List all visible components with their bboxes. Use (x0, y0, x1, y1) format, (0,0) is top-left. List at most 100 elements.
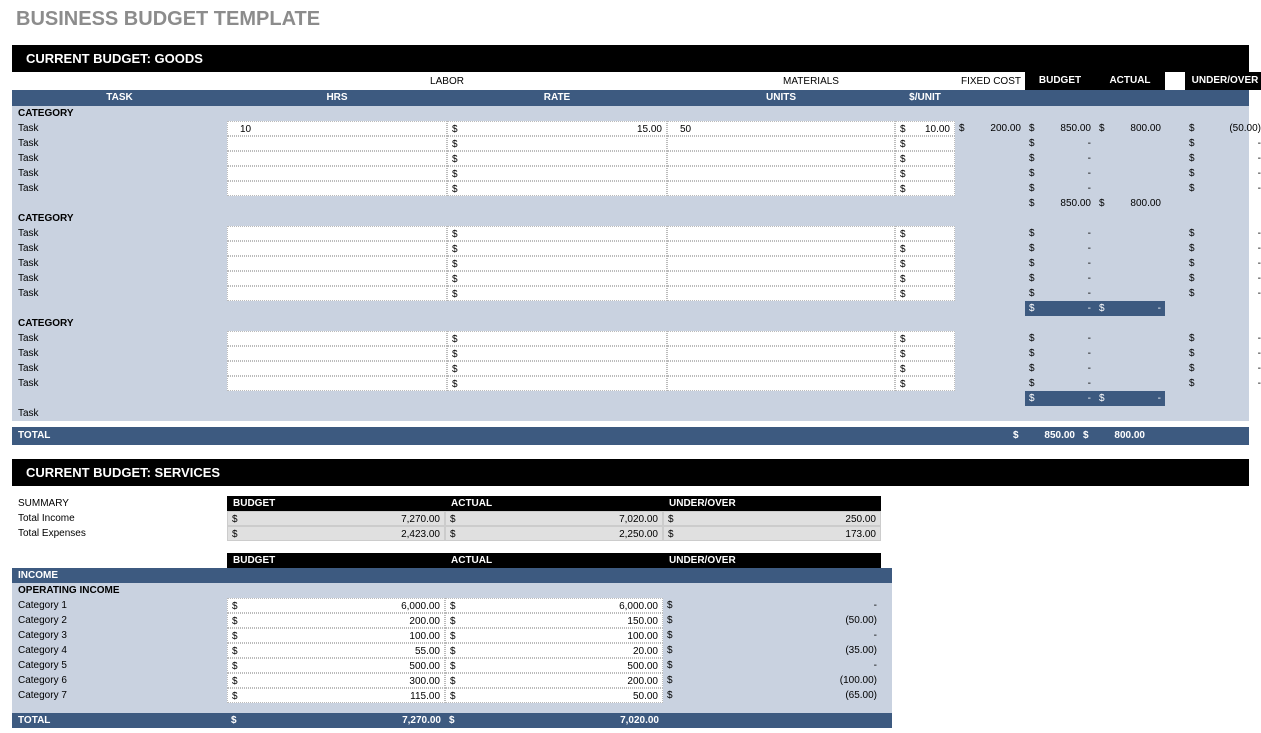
total-expenses-uo-cell[interactable]: $173.00 (663, 526, 881, 541)
fixed-cost-group-label: FIXED COST (955, 76, 1025, 87)
unitcost-cell[interactable]: $ (895, 151, 955, 166)
category-budget-cell[interactable]: $300.00 (227, 673, 445, 688)
hrs-cell[interactable] (227, 376, 447, 391)
category-actual-cell[interactable]: $50.00 (445, 688, 663, 703)
hrs-cell[interactable] (227, 226, 447, 241)
rate-cell[interactable]: $ (447, 271, 667, 286)
hrs-cell[interactable] (227, 361, 447, 376)
units-cell[interactable] (667, 166, 895, 181)
rate-cell[interactable]: $ (447, 151, 667, 166)
rate-cell[interactable]: $ (447, 241, 667, 256)
rate-cell[interactable]: $ (447, 226, 667, 241)
fixed-cell (955, 226, 1025, 241)
unitcost-cell[interactable]: $ (895, 346, 955, 361)
category-actual-cell[interactable]: $100.00 (445, 628, 663, 643)
unitcost-cell[interactable]: $ (895, 181, 955, 196)
units-cell[interactable] (667, 241, 895, 256)
subtotal-budget: $- (1025, 301, 1095, 316)
hrs-cell[interactable] (227, 256, 447, 271)
units-cell[interactable] (667, 376, 895, 391)
category-actual-cell[interactable]: $500.00 (445, 658, 663, 673)
category-actual-cell[interactable]: $150.00 (445, 613, 663, 628)
category-uo-cell: $(65.00) (663, 688, 881, 703)
hrs-cell[interactable] (227, 166, 447, 181)
category-budget-cell[interactable]: $55.00 (227, 643, 445, 658)
unitcost-cell[interactable]: $ (895, 241, 955, 256)
actual-cell (1095, 136, 1165, 151)
category-budget-cell[interactable]: $100.00 (227, 628, 445, 643)
goods-table: LABOR MATERIALS FIXED COST BUDGET ACTUAL… (12, 72, 1249, 445)
task-label: Task (12, 256, 227, 271)
unitcost-cell[interactable]: $ (895, 271, 955, 286)
category-actual-cell[interactable]: $6,000.00 (445, 598, 663, 613)
subtotal-row: $850.00$800.00 (12, 196, 1249, 211)
rate-cell[interactable]: $ (447, 346, 667, 361)
rate-cell[interactable]: $ (447, 256, 667, 271)
unitcost-cell[interactable]: $ (895, 376, 955, 391)
units-cell[interactable] (667, 226, 895, 241)
unitcost-cell[interactable]: $10.00 (895, 121, 955, 136)
unitcost-cell[interactable]: $ (895, 286, 955, 301)
labor-group-label: LABOR (227, 76, 667, 87)
rate-cell[interactable]: $15.00 (447, 121, 667, 136)
hrs-cell[interactable]: 10 (227, 121, 447, 136)
hrs-cell[interactable] (227, 241, 447, 256)
rate-cell[interactable]: $ (447, 136, 667, 151)
units-cell[interactable] (667, 361, 895, 376)
units-cell[interactable] (667, 346, 895, 361)
uo-cell: $- (1185, 331, 1261, 346)
total-income-actual-cell[interactable]: $7,020.00 (445, 511, 663, 526)
hrs-cell[interactable] (227, 136, 447, 151)
unitcost-cell[interactable]: $ (895, 256, 955, 271)
units-cell[interactable] (667, 136, 895, 151)
hrs-cell[interactable] (227, 181, 447, 196)
unitcost-col-header: $/UNIT (895, 90, 955, 106)
total-expenses-budget-cell[interactable]: $2,423.00 (227, 526, 445, 541)
category-actual-cell[interactable]: $200.00 (445, 673, 663, 688)
category-budget-cell[interactable]: $6,000.00 (227, 598, 445, 613)
unitcost-cell[interactable]: $ (895, 226, 955, 241)
rate-cell[interactable]: $ (447, 166, 667, 181)
fixed-cell (955, 166, 1025, 181)
category-name: Category 5 (12, 658, 227, 673)
rate-cell[interactable]: $ (447, 361, 667, 376)
units-cell[interactable] (667, 151, 895, 166)
unitcost-cell[interactable]: $ (895, 331, 955, 346)
unitcost-cell[interactable]: $ (895, 166, 955, 181)
units-cell[interactable] (667, 286, 895, 301)
units-cell[interactable]: 50 (667, 121, 895, 136)
actual-cell (1095, 286, 1165, 301)
total-expenses-actual-cell[interactable]: $2,250.00 (445, 526, 663, 541)
budget-cell: $- (1025, 166, 1095, 181)
units-cell[interactable] (667, 331, 895, 346)
category-budget-cell[interactable]: $115.00 (227, 688, 445, 703)
category-actual-cell[interactable]: $20.00 (445, 643, 663, 658)
category-budget-cell[interactable]: $200.00 (227, 613, 445, 628)
hrs-cell[interactable] (227, 331, 447, 346)
table-row: Task$$$-$- (12, 256, 1249, 271)
table-row: Task$$$-$- (12, 241, 1249, 256)
units-cell[interactable] (667, 271, 895, 286)
hrs-cell[interactable] (227, 151, 447, 166)
rate-cell[interactable]: $ (447, 376, 667, 391)
rate-cell[interactable]: $ (447, 181, 667, 196)
task-label: Task (12, 151, 227, 166)
units-cell[interactable] (667, 181, 895, 196)
hrs-cell[interactable] (227, 346, 447, 361)
hrs-cell[interactable] (227, 286, 447, 301)
category-budget-cell[interactable]: $500.00 (227, 658, 445, 673)
category-uo-cell: $- (663, 658, 881, 673)
income-budget-header: BUDGET (227, 553, 445, 568)
income-category-row: Category 4$55.00$20.00$(35.00) (12, 643, 892, 658)
summary-uo-header: UNDER/OVER (663, 496, 881, 511)
total-income-budget-cell[interactable]: $7,270.00 (227, 511, 445, 526)
hrs-cell[interactable] (227, 271, 447, 286)
units-cell[interactable] (667, 256, 895, 271)
total-income-uo-cell[interactable]: $250.00 (663, 511, 881, 526)
unitcost-cell[interactable]: $ (895, 136, 955, 151)
actual-header: ACTUAL (1095, 72, 1165, 90)
unitcost-cell[interactable]: $ (895, 361, 955, 376)
rate-cell[interactable]: $ (447, 286, 667, 301)
rate-cell[interactable]: $ (447, 331, 667, 346)
table-row: Task$$$-$- (12, 166, 1249, 181)
